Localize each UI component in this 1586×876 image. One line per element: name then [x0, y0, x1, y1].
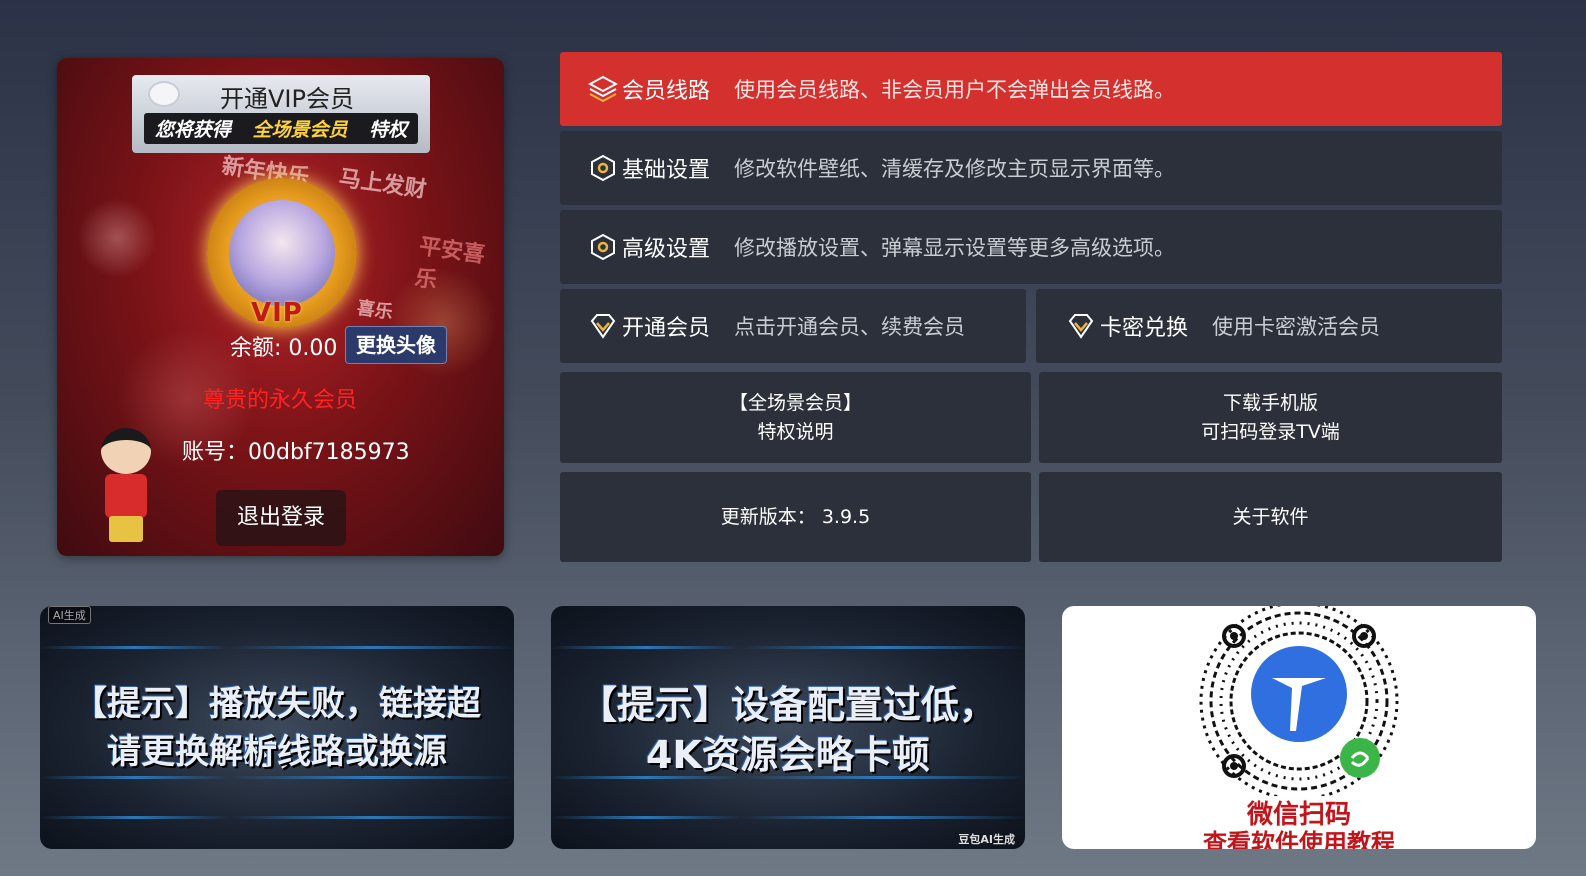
- account-id: 账号：00dbf7185973: [182, 440, 410, 465]
- decoration-text: 平安喜乐: [413, 234, 487, 294]
- hexagon-icon: [588, 232, 618, 262]
- menu-row-open-vip[interactable]: 开通会员 点击开通会员、续费会员: [560, 289, 1026, 363]
- ai-generated-tag: 豆包AI生成: [958, 833, 1015, 846]
- qr-tutorial-card[interactable]: 微信扫码 查看软件使用教程: [1062, 606, 1536, 849]
- cartoon-character-decoration: [95, 428, 157, 546]
- diamond-icon: [588, 311, 618, 341]
- circuit-decoration: [40, 816, 514, 819]
- circuit-decoration: [551, 816, 1025, 819]
- about-text: 关于软件: [1232, 505, 1309, 528]
- update-version-tile[interactable]: 更新版本： 3.9.5: [560, 472, 1031, 562]
- menu-row-desc: 修改播放设置、弹幕显示设置等更多高级选项。: [734, 236, 1176, 260]
- circuit-decoration: [551, 646, 1025, 649]
- menu-row-desc: 使用会员线路、非会员用户不会弹出会员线路。: [734, 78, 1176, 102]
- member-status: 尊贵的永久会员: [203, 388, 358, 413]
- change-avatar-button[interactable]: 更换头像: [345, 326, 447, 364]
- profile-card: 开通VIP会员 您将获得 全场景会员 特权 新年快乐 马上发财 平安喜乐 喜乐 …: [57, 58, 504, 556]
- tip-card-playback[interactable]: AI生成 【提示】播放失败，链接超时， 请更换解析线路或换源: [40, 606, 514, 849]
- vip-badge: VIP: [251, 298, 303, 328]
- menu-row-desc: 修改软件壁纸、清缓存及修改主页显示界面等。: [734, 157, 1176, 181]
- firework-decoration: [77, 198, 157, 278]
- qr-code-icon: [1199, 606, 1399, 796]
- hexagon-icon: [588, 153, 618, 183]
- ai-generated-tag: AI生成: [48, 606, 91, 624]
- decoration-text: 喜乐: [355, 297, 395, 324]
- tip-card-device[interactable]: 【提示】设备配置过低， 4K资源会略卡顿 豆包AI生成: [551, 606, 1025, 849]
- menu-row-desc: 使用卡密激活会员: [1212, 315, 1381, 339]
- version-text: 更新版本： 3.9.5: [720, 505, 871, 528]
- tile-line: 可扫码登录TV端: [1201, 420, 1340, 443]
- layers-icon: [588, 74, 618, 104]
- diamond-icon: [1066, 311, 1096, 341]
- vip-strip-highlight: 全场景会员: [252, 119, 348, 141]
- menu-row-basic-settings[interactable]: 基础设置 修改软件壁纸、清缓存及修改主页显示界面等。: [560, 131, 1502, 205]
- vip-banner-title: 开通VIP会员: [220, 85, 354, 113]
- vip-strip-text: 特权: [369, 119, 408, 141]
- menu-row-title: 卡密兑换: [1100, 316, 1189, 341]
- tip-text: 4K资源会略卡顿: [646, 733, 930, 777]
- menu-row-title: 基础设置: [622, 158, 711, 183]
- privilege-info-tile[interactable]: 【全场景会员】 特权说明: [560, 372, 1031, 463]
- qr-caption: 查看软件使用教程: [1203, 829, 1395, 849]
- user-icon: [148, 81, 180, 107]
- balance-text: 余额: 0.00: [230, 336, 338, 361]
- menu-row-card-redeem[interactable]: 卡密兑换 使用卡密激活会员: [1036, 289, 1502, 363]
- tip-text: 【提示】设备配置过低，: [578, 683, 997, 727]
- logout-button[interactable]: 退出登录: [216, 490, 346, 546]
- avatar[interactable]: VIP: [207, 178, 357, 328]
- menu-row-member-line[interactable]: 会员线路 使用会员线路、非会员用户不会弹出会员线路。: [560, 52, 1502, 126]
- circuit-decoration: [40, 776, 514, 779]
- tile-line: 下载手机版: [1222, 391, 1318, 414]
- about-software-tile[interactable]: 关于软件: [1039, 472, 1502, 562]
- vip-strip-text: 您将获得: [154, 119, 231, 141]
- vip-banner-strip: 您将获得 全场景会员 特权: [144, 113, 418, 144]
- avatar-image: [229, 200, 335, 306]
- circuit-decoration: [40, 646, 514, 649]
- menu-row-title: 开通会员: [622, 316, 711, 341]
- menu-row-advanced-settings[interactable]: 高级设置 修改播放设置、弹幕显示设置等更多高级选项。: [560, 210, 1502, 284]
- tile-line: 特权说明: [757, 420, 834, 443]
- menu-row-title: 高级设置: [622, 237, 711, 262]
- menu-row-desc: 点击开通会员、续费会员: [734, 315, 966, 339]
- qr-caption: 微信扫码: [1246, 800, 1351, 830]
- tile-line: 【全场景会员】: [728, 391, 862, 414]
- download-mobile-tile[interactable]: 下载手机版 可扫码登录TV端: [1039, 372, 1502, 463]
- open-vip-banner[interactable]: 开通VIP会员 您将获得 全场景会员 特权: [132, 75, 430, 153]
- decoration-text: 马上发财: [337, 165, 428, 203]
- tip-text: 请更换解析线路或换源: [107, 732, 447, 772]
- menu-row-title: 会员线路: [622, 79, 711, 104]
